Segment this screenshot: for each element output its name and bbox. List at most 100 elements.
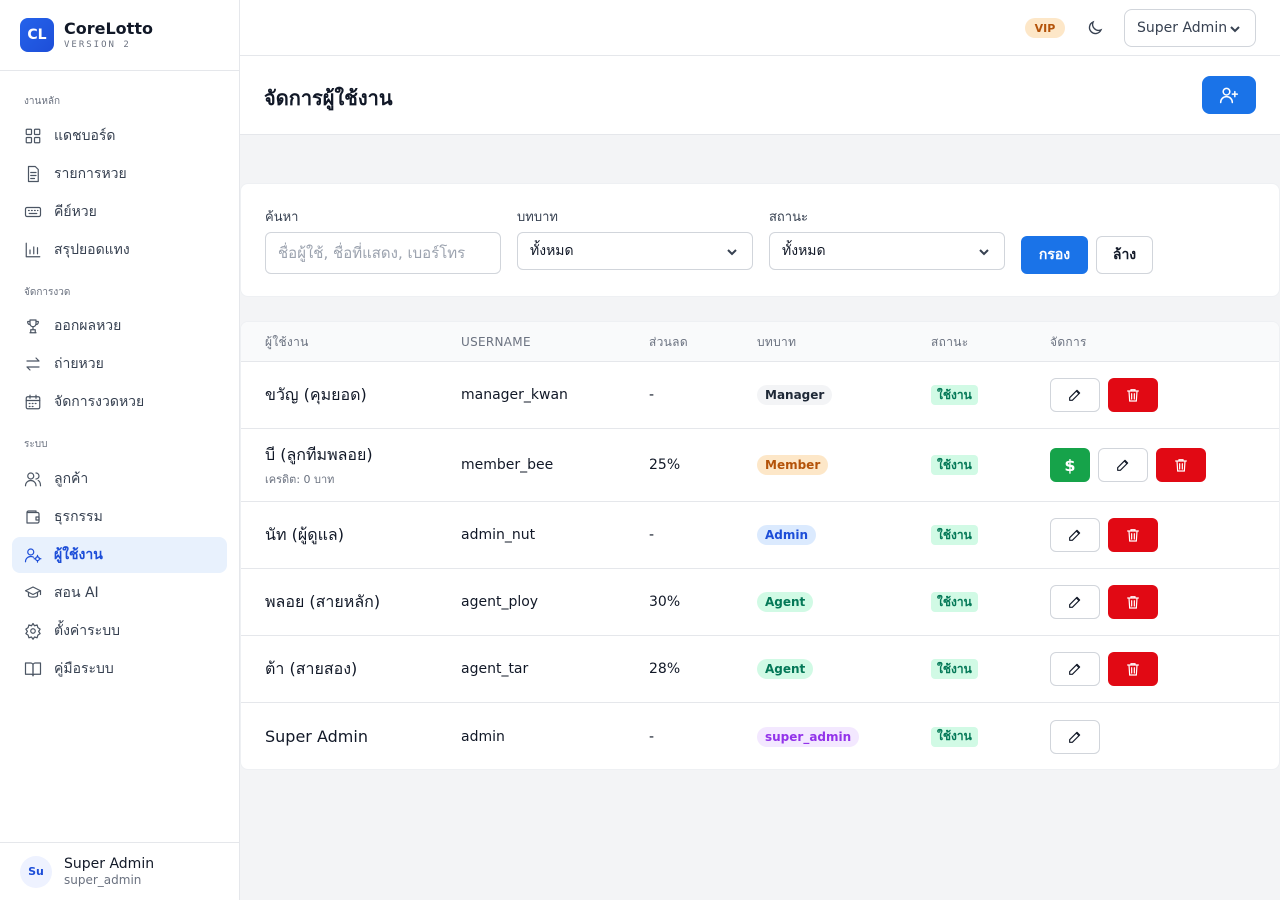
edit-button[interactable]	[1050, 585, 1100, 619]
edit-button[interactable]	[1050, 378, 1100, 412]
customers-icon	[24, 472, 42, 487]
sidebar-item-dashboard[interactable]: แดชบอร์ด	[12, 118, 227, 154]
sidebar-item-document[interactable]: รายการหวย	[12, 156, 227, 192]
discount-cell: -	[649, 387, 655, 403]
brand-name: CoreLotto	[64, 19, 153, 38]
status-select[interactable]: ทั้งหมด	[769, 232, 1005, 270]
username-cell: agent_ploy	[461, 594, 539, 610]
page-header: จัดการผู้ใช้งาน	[240, 56, 1280, 135]
moon-icon	[1088, 20, 1103, 35]
table-row: ขวัญ (คุมยอด) manager_kwan - Manager ใช้งาน	[241, 362, 1279, 429]
edit-button[interactable]	[1050, 652, 1100, 686]
user-cell: ต้า (สายสอง)	[265, 636, 357, 702]
sidebar-item-trophy[interactable]: ออกผลหวย	[12, 308, 227, 344]
username-cell: member_bee	[461, 457, 554, 473]
username-cell: admin_nut	[461, 527, 536, 543]
filter-button[interactable]: กรอง	[1021, 236, 1088, 274]
role-cell: Manager	[757, 362, 833, 428]
pencil-icon	[1069, 596, 1081, 608]
role-field: บทบาท ทั้งหมด	[517, 210, 753, 270]
chevron-down-icon	[979, 249, 989, 256]
status-cell: ใช้งาน	[931, 569, 978, 635]
table-row: Super Admin admin - super_admin ใช้งาน	[241, 703, 1279, 769]
sidebar-item-user-settings[interactable]: ผู้ใช้งาน	[12, 537, 227, 573]
actions-cell	[1050, 703, 1100, 769]
trash-icon	[1175, 459, 1187, 472]
theme-toggle-button[interactable]	[1083, 16, 1107, 40]
user-cell: พลอย (สายหลัก)	[265, 569, 380, 635]
role-badge: super_admin	[757, 726, 860, 747]
actions-cell	[1050, 502, 1158, 568]
role-cell: Admin	[757, 502, 817, 568]
sidebar-item-graduation-cap[interactable]: สอน AI	[12, 575, 227, 611]
status-label: สถานะ	[769, 210, 808, 225]
role-badge: Member	[757, 455, 829, 475]
user-name: บี (ลูกทีมพลอย)	[265, 444, 373, 464]
edit-button[interactable]	[1050, 719, 1100, 754]
sidebar-item-gear[interactable]: ตั้งค่าระบบ	[12, 613, 227, 649]
search-input[interactable]	[265, 232, 501, 274]
user-cell: ขวัญ (คุมยอด)	[265, 362, 367, 428]
status-badge: ใช้งาน	[931, 592, 978, 612]
discount-cell: -	[649, 728, 655, 745]
delete-button[interactable]	[1108, 652, 1158, 686]
status-badge: ใช้งาน	[931, 726, 978, 747]
topbar: VIP Super Admin	[240, 0, 1280, 56]
user-cell: Super Admin	[265, 703, 368, 769]
user-cell: นัท (ผู้ดูแล)	[265, 502, 344, 568]
header-actions: จัดการ	[1050, 335, 1087, 349]
credit-button[interactable]: $	[1050, 448, 1090, 482]
trash-icon	[1127, 529, 1139, 542]
pencil-icon	[1117, 459, 1129, 471]
status-select-value: ทั้งหมด	[782, 243, 826, 259]
role-select[interactable]: ทั้งหมด	[517, 232, 753, 270]
sidebar-item-label: จัดการงวดหวย	[54, 394, 145, 410]
user-name: นัท (ผู้ดูแล)	[265, 524, 344, 544]
user-name: ต้า (สายสอง)	[265, 658, 358, 678]
edit-button[interactable]	[1098, 448, 1148, 482]
sidebar-item-label: รายการหวย	[54, 166, 127, 182]
sidebar-section-title: งานหลัก	[24, 96, 61, 107]
sidebar-item-wallet[interactable]: ธุรกรรม	[12, 499, 227, 535]
user-name: พลอย (สายหลัก)	[265, 591, 381, 611]
role-cell: Member	[757, 429, 829, 501]
sidebar-item-book[interactable]: คู่มือระบบ	[12, 651, 227, 687]
sidebar-item-bar-chart[interactable]: สรุปยอดแทง	[12, 232, 227, 268]
actions-cell: $	[1050, 429, 1206, 501]
user-menu-dropdown[interactable]: Super Admin	[1124, 9, 1256, 47]
book-icon	[24, 662, 42, 677]
user-name: ขวัญ (คุมยอด)	[265, 384, 367, 404]
table-row: บี (ลูกทีมพลอย) เครดิต: 0 บาท member_bee…	[241, 429, 1279, 502]
sidebar-item-keyboard[interactable]: คีย์หวย	[12, 194, 227, 230]
sidebar-item-calendar[interactable]: จัดการงวดหวย	[12, 384, 227, 420]
wallet-icon	[26, 510, 40, 524]
status-cell: ใช้งาน	[931, 703, 978, 769]
delete-button[interactable]	[1156, 448, 1206, 482]
search-label: ค้นหา	[265, 210, 299, 225]
table-row: พลอย (สายหลัก) agent_ploy 30% Agent ใช้งาน	[241, 569, 1279, 636]
discount-cell: -	[649, 527, 655, 543]
sidebar-user[interactable]: Su Super Admin super_admin	[0, 842, 239, 900]
delete-button[interactable]	[1108, 518, 1158, 552]
user-settings-icon	[24, 548, 42, 563]
dashboard-icon	[25, 128, 41, 144]
sidebar-item-customers[interactable]: ลูกค้า	[12, 461, 227, 497]
delete-button[interactable]	[1108, 378, 1158, 412]
sidebar-item-label: ถ่ายหวย	[54, 356, 104, 372]
sidebar-item-transfer[interactable]: ถ่ายหวย	[12, 346, 227, 382]
header-discount: ส่วนลด	[649, 335, 688, 349]
edit-button[interactable]	[1050, 518, 1100, 552]
avatar: Su	[20, 855, 52, 888]
status-cell: ใช้งาน	[931, 502, 978, 568]
sidebar-section-title: ระบบ	[24, 439, 48, 450]
clear-button[interactable]: ล้าง	[1096, 236, 1153, 274]
username-cell: admin	[461, 728, 505, 745]
actions-cell	[1050, 636, 1158, 702]
page-title: จัดการผู้ใช้งาน	[264, 86, 393, 110]
delete-button[interactable]	[1108, 585, 1158, 619]
user-credit: เครดิต: 0 บาท	[265, 472, 335, 486]
document-icon	[27, 165, 39, 183]
trash-icon	[1127, 389, 1139, 402]
add-user-button[interactable]	[1202, 76, 1256, 114]
chevron-down-icon	[727, 249, 737, 256]
